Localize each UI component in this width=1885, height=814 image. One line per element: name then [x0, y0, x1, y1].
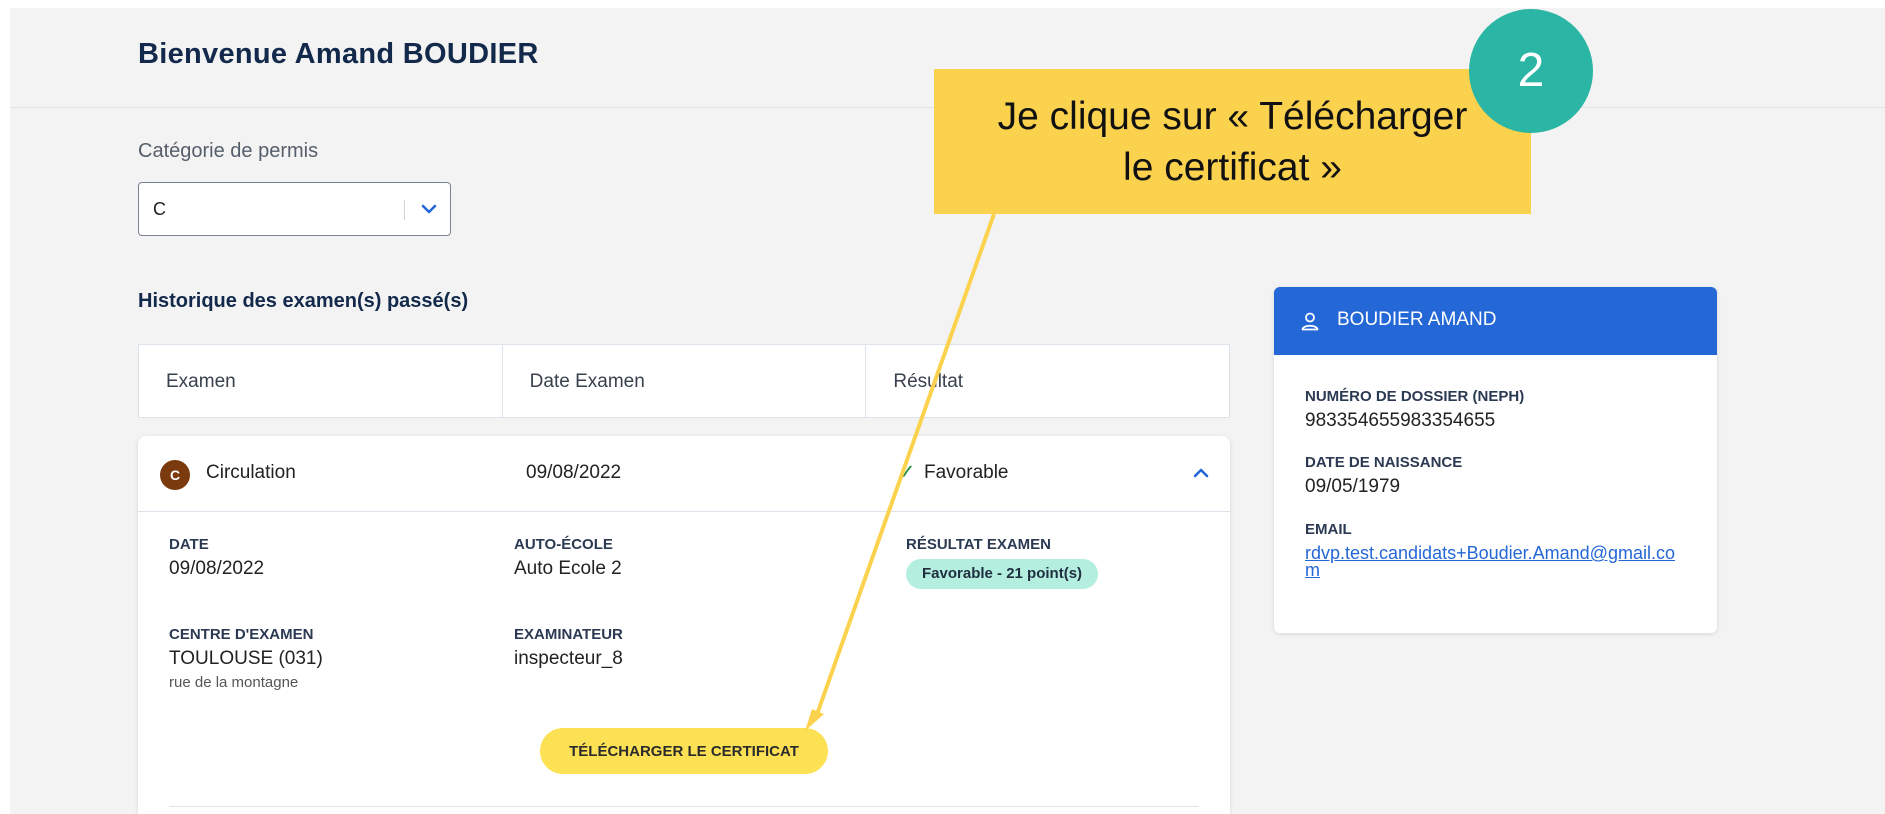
column-header-result: Résultat: [893, 371, 964, 392]
detail-examiner-value: inspecteur_8: [514, 648, 623, 669]
detail-school-label: AUTO-ÉCOLE: [514, 536, 613, 553]
column-header-exam: Examen: [139, 345, 503, 417]
column-header-date: Date Examen: [503, 345, 867, 417]
exam-result: Favorable: [924, 462, 1009, 483]
download-certificate-button[interactable]: TÉLÉCHARGER LE CERTIFICAT: [540, 728, 828, 774]
license-category-value: C: [153, 199, 166, 219]
chevron-up-icon[interactable]: [1190, 464, 1212, 480]
exam-row-header[interactable]: C Circulation 09/08/2022 ✓ Favorable: [138, 436, 1230, 512]
card-divider: [169, 806, 1199, 807]
detail-date-label: DATE: [169, 536, 209, 553]
callout-text: Je clique sur « Télécharger le certifica…: [934, 91, 1531, 193]
detail-examiner-label: EXAMINATEUR: [514, 626, 623, 643]
detail-date-value: 09/08/2022: [169, 558, 265, 579]
result-pill: Favorable - 21 point(s): [906, 559, 1099, 589]
profile-card: BOUDIER AMAND NUMÉRO DE DOSSIER (NEPH) 9…: [1274, 287, 1717, 633]
profile-card-header: BOUDIER AMAND: [1274, 287, 1717, 355]
email-label: EMAIL: [1305, 521, 1352, 538]
detail-result-label: RÉSULTAT EXAMEN: [906, 536, 1051, 553]
detail-center-address: rue de la montagne: [169, 674, 299, 691]
check-icon: ✓: [898, 461, 916, 484]
history-title: Historique des examen(s) passé(s): [138, 290, 469, 312]
history-table-header: Examen Date Examen Résultat: [138, 344, 1230, 418]
birthdate-value: 09/05/1979: [1305, 476, 1401, 497]
email-link[interactable]: rdvp.test.candidats+Boudier.Amand@gmail.…: [1305, 544, 1685, 579]
profile-name: BOUDIER AMAND: [1337, 309, 1497, 330]
callout-line-1: Je clique sur « Télécharger: [997, 95, 1468, 138]
dossier-label: NUMÉRO DE DOSSIER (NEPH): [1305, 388, 1525, 405]
dossier-value: 983354655983354655: [1305, 410, 1496, 431]
exam-card: C Circulation 09/08/2022 ✓ Favorable DAT…: [138, 436, 1230, 814]
detail-center-value: TOULOUSE (031): [169, 648, 323, 669]
license-category-label: Catégorie de permis: [138, 140, 319, 162]
step-number-circle: 2: [1469, 9, 1593, 133]
user-icon: [1301, 312, 1319, 331]
detail-school-value: Auto Ecole 2: [514, 558, 622, 579]
welcome-title: Bienvenue Amand BOUDIER: [138, 38, 539, 70]
exam-name: Circulation: [206, 462, 296, 483]
select-separator: [404, 200, 405, 220]
detail-center-label: CENTRE D'EXAMEN: [169, 626, 314, 643]
callout-line-2: le certificat »: [1123, 146, 1342, 189]
exam-date: 09/08/2022: [526, 462, 622, 483]
instruction-callout: Je clique sur « Télécharger le certifica…: [934, 69, 1531, 214]
license-category-select[interactable]: C: [138, 182, 451, 236]
chevron-down-icon[interactable]: [417, 195, 441, 223]
birthdate-label: DATE DE NAISSANCE: [1305, 454, 1463, 471]
category-badge: C: [160, 460, 190, 490]
